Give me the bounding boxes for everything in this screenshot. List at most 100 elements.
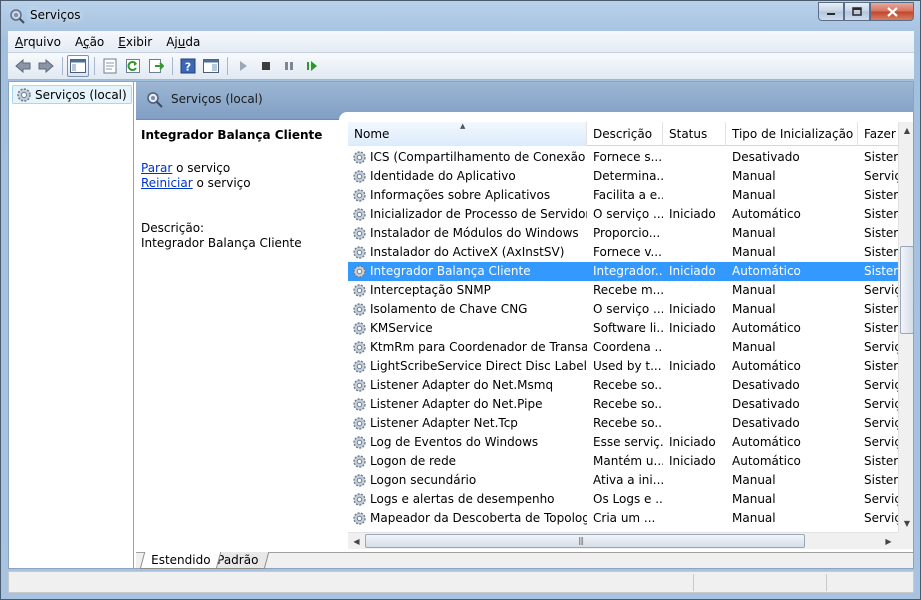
table-row[interactable]: Logon secundário Ativa a ini... Manual Sist…: [348, 471, 898, 490]
column-header-logon-as[interactable]: Fazer: [858, 122, 898, 146]
cell-desc: O serviço ...: [593, 207, 663, 221]
cell-desc: Ativa a ini...: [593, 473, 663, 487]
export-list-icon: [149, 59, 164, 73]
start-service-button[interactable]: [232, 55, 254, 77]
scroll-down-button[interactable]: ▼: [899, 515, 913, 532]
menu-acao[interactable]: Ação: [68, 35, 111, 49]
horizontal-scroll-thumb[interactable]: |||: [365, 534, 805, 548]
svg-text:?: ?: [185, 61, 191, 74]
column-header-description[interactable]: Descrição: [587, 122, 663, 146]
forward-button[interactable]: [35, 55, 57, 77]
cell-desc: Fornece s...: [593, 150, 663, 164]
table-row[interactable]: Mapeador da Descoberta de Topologia... Cr…: [348, 509, 898, 528]
main-area: Serviços (local) Serviços (local) Integr…: [8, 81, 914, 569]
description-text: Integrador Balança Cliente: [141, 236, 302, 250]
scroll-up-icon: ▲: [903, 126, 911, 135]
services-content-pane: Serviços (local) Integrador Balança Clie…: [136, 82, 913, 569]
table-row-selected[interactable]: Integrador Balança Cliente Integrador... I…: [348, 262, 898, 281]
cell-desc: Cria um ...: [593, 511, 656, 525]
tree-item-services-local[interactable]: Serviços (local): [12, 85, 132, 104]
menu-arquivo[interactable]: Arquivo: [8, 35, 68, 49]
column-header-description-label: Descrição: [593, 127, 653, 141]
column-header-startup-type[interactable]: Tipo de Inicialização: [726, 122, 858, 146]
title-bar[interactable]: Serviços: [1, 1, 920, 31]
table-row[interactable]: Interceptação SNMP Recebe m... Manual Servi…: [348, 281, 898, 300]
cell-status: Iniciado: [669, 302, 716, 316]
cell-desc: Facilita a e...: [593, 188, 663, 202]
tab-estendido[interactable]: Estendido: [139, 552, 222, 569]
table-row[interactable]: KMService Software li... Iniciado Automátic…: [348, 319, 898, 338]
table-row[interactable]: Identidade do Aplicativo Determina... Manu…: [348, 167, 898, 186]
export-list-button[interactable]: [145, 55, 167, 77]
minimize-button[interactable]: [818, 2, 844, 21]
cell-startup: Desativado: [732, 397, 800, 411]
cell-logon: Sistem: [864, 302, 898, 316]
restart-service-button[interactable]: [301, 55, 323, 77]
scroll-left-button[interactable]: ◀: [348, 533, 365, 549]
cell-name: Logon de rede: [370, 454, 457, 468]
cell-desc: Esse serviç...: [593, 435, 663, 449]
column-header-name-label: Nome: [354, 127, 390, 141]
table-row[interactable]: Instalador do ActiveX (AxInstSV) Fornece …: [348, 243, 898, 262]
list-rows: ICS (Compartilhamento de Conexão co... Fo…: [348, 148, 898, 528]
stop-service-action: Parar o serviço: [141, 161, 230, 175]
table-row[interactable]: Listener Adapter do Net.Msmq Recebe so...…: [348, 376, 898, 395]
show-hide-action-pane-button[interactable]: [200, 55, 222, 77]
stop-service-link[interactable]: Parar: [141, 161, 172, 175]
cell-startup: Manual: [732, 511, 776, 525]
table-row[interactable]: KtmRm para Coordenador de Transaçõ... Coo…: [348, 338, 898, 357]
column-header-status[interactable]: Status: [663, 122, 726, 146]
back-button[interactable]: [12, 55, 34, 77]
horizontal-scrollbar[interactable]: ◀ ||| ▶: [348, 532, 898, 549]
close-button[interactable]: [870, 2, 914, 21]
table-row[interactable]: Inicializador de Processo de Servidor D.…: [348, 205, 898, 224]
services-list: Nome ▲ Descrição Status Tipo de Iniciali…: [348, 122, 913, 550]
table-row[interactable]: Listener Adapter Net.Tcp Recebe so... Desa…: [348, 414, 898, 433]
list-header: Nome ▲ Descrição Status Tipo de Iniciali…: [348, 122, 898, 146]
cell-startup: Desativado: [732, 150, 800, 164]
cell-status: Iniciado: [669, 321, 716, 335]
stop-service-button[interactable]: [255, 55, 277, 77]
table-row[interactable]: Isolamento de Chave CNG O serviço ... Inic…: [348, 300, 898, 319]
properties-button[interactable]: [99, 55, 121, 77]
services-gear-icon: [17, 88, 31, 102]
cell-status: Iniciado: [669, 264, 716, 278]
cell-status: Iniciado: [669, 207, 716, 221]
table-row[interactable]: Informações sobre Aplicativos Facilita a …: [348, 186, 898, 205]
table-row[interactable]: Logon de rede Mantém u... Iniciado Automáti…: [348, 452, 898, 471]
table-row[interactable]: Listener Adapter do Net.Pipe Recebe so...…: [348, 395, 898, 414]
maximize-button[interactable]: [844, 2, 870, 21]
stop-service-action-text: o serviço: [172, 161, 231, 175]
cell-logon: Serviç: [864, 283, 898, 297]
view-tabs: Estendido Padrão: [136, 552, 913, 569]
menu-exibir[interactable]: Exibir: [111, 35, 159, 49]
cell-desc: Os Logs e ...: [593, 492, 663, 506]
column-header-status-label: Status: [669, 127, 708, 141]
cell-status: Iniciado: [669, 359, 716, 373]
cell-name: Listener Adapter do Net.Pipe: [370, 397, 543, 411]
cell-startup: Manual: [732, 302, 776, 316]
cell-desc: Proporcio...: [593, 226, 661, 240]
table-row[interactable]: Instalador de Módulos do Windows Proporci…: [348, 224, 898, 243]
cell-startup: Automático: [732, 264, 801, 278]
scroll-up-button[interactable]: ▲: [899, 122, 913, 139]
restart-service-link[interactable]: Reiniciar: [141, 176, 193, 190]
help-button[interactable]: ?: [177, 55, 199, 77]
cell-desc: Used by t...: [593, 359, 662, 373]
vertical-scrollbar[interactable]: ▲ ▼: [898, 122, 913, 532]
cell-desc: Recebe so...: [593, 378, 663, 392]
menu-ajuda[interactable]: Ajuda: [159, 35, 207, 49]
pause-service-button[interactable]: [278, 55, 300, 77]
table-row[interactable]: ICS (Compartilhamento de Conexão co... Fo…: [348, 148, 898, 167]
table-row[interactable]: Logs e alertas de desempenho Os Logs e ..…: [348, 490, 898, 509]
refresh-button[interactable]: [122, 55, 144, 77]
show-hide-console-tree-button[interactable]: [67, 55, 89, 77]
table-row[interactable]: LightScribeService Direct Disc Labeling …: [348, 357, 898, 376]
column-header-name[interactable]: Nome ▲: [348, 122, 587, 146]
vertical-scroll-thumb[interactable]: [900, 246, 913, 334]
cell-startup: Manual: [732, 245, 776, 259]
content-header: Serviços (local): [136, 82, 913, 124]
scroll-right-button[interactable]: ▶: [880, 533, 897, 549]
table-row[interactable]: Log de Eventos do Windows Esse serviç... I…: [348, 433, 898, 452]
cell-startup: Automático: [732, 321, 801, 335]
